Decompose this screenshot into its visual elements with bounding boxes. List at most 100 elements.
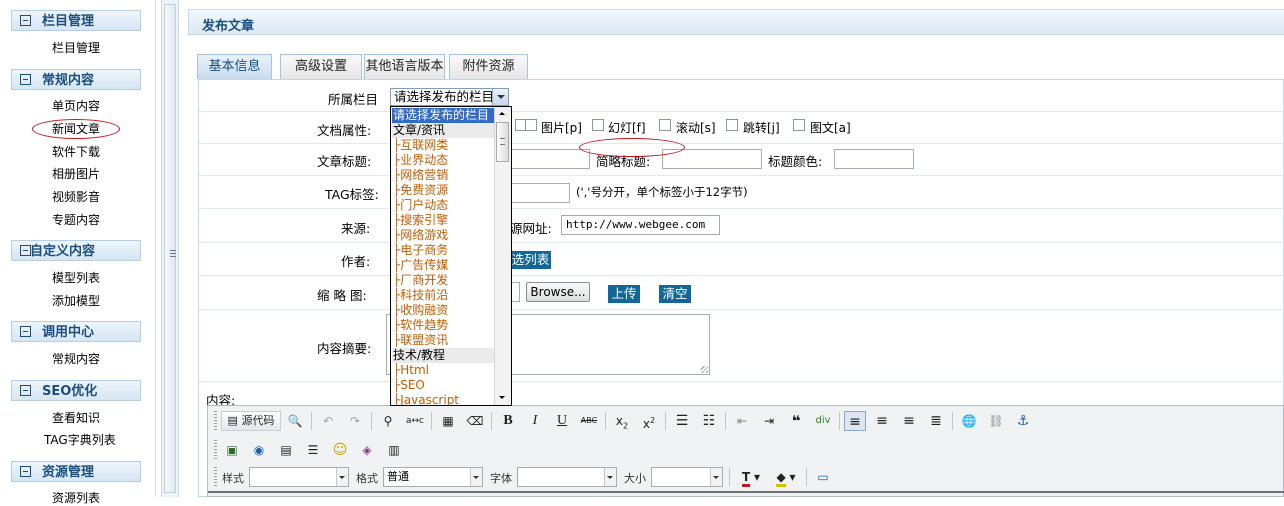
attr-checkbox-picture[interactable] [525,119,537,131]
align-justify-icon[interactable]: ≣ [925,411,947,431]
sidebar-item-regular-content[interactable]: 常规内容 [52,351,100,367]
dropdown-option[interactable]: ├业界动态 [392,153,496,168]
scroll-thumb[interactable] [496,122,509,162]
superscript-icon[interactable]: x2 [638,411,660,431]
tab-other-languages[interactable]: 其他语言版本 [364,54,445,79]
upload-button[interactable]: 上传 [608,285,640,303]
dropdown-option[interactable]: 请选择发布的栏目 [392,108,496,123]
replace-icon[interactable]: a↔c [404,411,426,431]
scroll-up-icon[interactable] [495,107,510,121]
chevron-down-icon[interactable] [492,89,508,105]
dropdown-option[interactable]: ├收购融资 [392,303,496,318]
sidebar-section-seo[interactable]: SEO优化 [11,380,141,401]
tab-attachments[interactable]: 附件资源 [449,54,528,79]
remove-format-icon[interactable]: ⌫ [464,411,486,431]
article-title-input[interactable] [510,149,590,169]
format-select[interactable]: 普通 [383,467,483,487]
sidebar-item-add-model[interactable]: 添加模型 [52,293,100,309]
unlink-icon[interactable]: ⛓ [985,411,1007,431]
dropdown-option[interactable]: ├广告传媒 [392,258,496,273]
sidebar-item-video[interactable]: 视频影音 [52,189,100,205]
attr-checkbox-slide[interactable] [592,119,604,131]
sidebar-item-single-page[interactable]: 单页内容 [52,98,100,114]
dropdown-scrollbar[interactable] [494,107,511,405]
sidebar-item-resource-list[interactable]: 资源列表 [52,490,100,506]
find-icon[interactable]: ⚲ [377,411,399,431]
anchor-icon[interactable]: ⚓ [1012,411,1034,431]
align-right-icon[interactable]: ≡ [898,411,920,431]
dropdown-option[interactable]: ├免费资源 [392,183,496,198]
dropdown-option[interactable]: ├网络营销 [392,168,496,183]
background-color-icon[interactable]: ◆ ▾ [770,467,802,487]
create-div-icon[interactable]: div [812,411,834,431]
tag-input[interactable] [510,183,570,203]
italic-icon[interactable]: I [524,411,546,431]
undo-icon[interactable]: ↶ [317,411,339,431]
font-select[interactable] [517,467,617,487]
dropdown-option-group[interactable]: 技术/教程 [392,348,496,363]
attr-checkbox-scroll[interactable] [659,119,671,131]
sidebar-item-photo-album[interactable]: 相册图片 [52,166,100,182]
sidebar-item-model-list[interactable]: 模型列表 [52,270,100,286]
attr-checkbox-jump[interactable] [726,119,738,131]
sidebar-item-software-download[interactable]: 软件下载 [52,144,100,160]
sidebar-item-special-topic[interactable]: 专题内容 [52,212,100,228]
sidebar-splitter[interactable] [161,0,179,497]
underline-icon[interactable]: U [551,411,573,431]
strikethrough-icon[interactable]: ABC [578,411,600,431]
category-select[interactable]: 请选择发布的栏目 [390,88,509,106]
unordered-list-icon[interactable]: ☷ [698,411,720,431]
bold-icon[interactable]: B [497,411,519,431]
sidebar-section-resource[interactable]: 资源管理 [11,461,141,482]
dropdown-option[interactable]: ├门户动态 [392,198,496,213]
sidebar-item-tag-dictionary[interactable]: TAG字典列表 [44,432,116,448]
dropdown-option[interactable]: ├联盟资讯 [392,333,496,348]
dropdown-option[interactable]: ├搜索引擎 [392,213,496,228]
chevron-down-icon[interactable] [336,468,348,486]
subscript-icon[interactable]: x2 [611,411,633,431]
sidebar-item-view-knowledge[interactable]: 查看知识 [52,410,100,426]
dropdown-option[interactable]: ├SEO [392,378,496,393]
sidebar-section-custom-content[interactable]: 自定义内容 [11,240,141,261]
dropdown-option[interactable]: ├Html [392,363,496,378]
source-code-button[interactable]: ▤ 源代码 [221,411,281,431]
table-icon[interactable]: ▤ [275,440,297,460]
maximize-icon[interactable]: ▭ [812,467,834,487]
style-select[interactable] [249,467,349,487]
dropdown-option[interactable]: ├互联网类 [392,138,496,153]
sidebar-section-regular-content[interactable]: 常规内容 [11,69,141,90]
tab-basic-info[interactable]: 基本信息 [197,54,272,79]
clear-button[interactable]: 清空 [659,285,691,303]
indent-icon[interactable]: ⇥ [758,411,780,431]
splitter-handle[interactable] [164,4,176,493]
sidebar-section-call-center[interactable]: 调用中心 [11,321,141,342]
attr-checkbox-image-text[interactable] [793,119,805,131]
sidebar-section-column-manage[interactable]: 栏目管理 [11,10,141,31]
sidebar-item-column-manage[interactable]: 栏目管理 [52,40,100,56]
source-url-input[interactable]: http://www.webgee.com [561,215,720,235]
chevron-down-icon[interactable] [710,468,722,486]
title-color-input[interactable] [834,149,914,169]
flash-icon[interactable]: ◉ [248,440,270,460]
dropdown-option[interactable]: ├Javascript [392,393,496,405]
link-icon[interactable]: 🌐 [958,411,980,431]
dropdown-option[interactable]: ├软件趋势 [392,318,496,333]
dropdown-option[interactable]: ├网络游戏 [392,228,496,243]
align-left-icon[interactable]: ≡ [844,411,866,431]
select-all-icon[interactable]: ▦ [437,411,459,431]
scroll-down-icon[interactable] [495,391,510,405]
dropdown-option[interactable]: ├电子商务 [392,243,496,258]
preview-icon[interactable]: 🔍 [284,411,306,431]
dropdown-option[interactable]: ├科技前沿 [392,288,496,303]
align-center-icon[interactable]: ≡ [871,411,893,431]
chevron-down-icon[interactable] [470,468,482,486]
horizontal-rule-icon[interactable]: ☰ [302,440,324,460]
browse-button[interactable]: Browse... [526,282,590,302]
size-select[interactable] [651,467,723,487]
image-icon[interactable]: ▣ [221,440,243,460]
special-char-icon[interactable]: ◈ [356,440,378,460]
tab-advanced-settings[interactable]: 高级设置 [280,54,362,79]
page-break-icon[interactable]: ▥ [383,440,405,460]
ordered-list-icon[interactable]: ☰ [671,411,693,431]
chevron-down-icon[interactable] [604,468,616,486]
